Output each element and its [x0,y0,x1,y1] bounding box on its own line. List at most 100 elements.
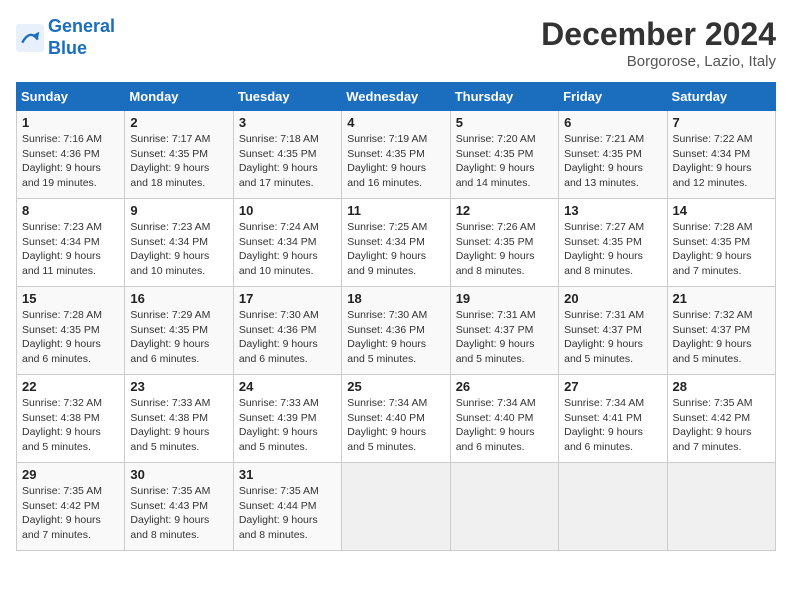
day-info: Sunrise: 7:35 AMSunset: 4:43 PMDaylight:… [130,484,227,543]
calendar-day-cell: 20Sunrise: 7:31 AMSunset: 4:37 PMDayligh… [559,287,667,375]
day-number: 8 [22,203,119,218]
day-number: 14 [673,203,770,218]
day-info: Sunrise: 7:32 AMSunset: 4:38 PMDaylight:… [22,396,119,455]
day-number: 12 [456,203,553,218]
day-number: 10 [239,203,336,218]
day-number: 5 [456,115,553,130]
day-number: 27 [564,379,661,394]
day-info: Sunrise: 7:29 AMSunset: 4:35 PMDaylight:… [130,308,227,367]
calendar-day-cell: 16Sunrise: 7:29 AMSunset: 4:35 PMDayligh… [125,287,233,375]
calendar-day-cell: 2 Sunrise: 7:17 AMSunset: 4:35 PMDaylight… [125,111,233,199]
calendar-day-cell: 23 Sunrise: 7:33 AMSunset: 4:38 PMDayligh… [125,375,233,463]
day-number: 4 [347,115,444,130]
calendar-day-cell: 29 Sunrise: 7:35 AMSunset: 4:42 PMDayligh… [17,463,125,551]
day-of-week-header: Thursday [450,83,558,111]
calendar-day-cell: 28 Sunrise: 7:35 AMSunset: 4:42 PMDayligh… [667,375,775,463]
day-info: Sunrise: 7:16 AMSunset: 4:36 PMDaylight:… [22,132,119,191]
calendar-day-cell: 7Sunrise: 7:22 AMSunset: 4:34 PMDaylight… [667,111,775,199]
calendar-day-cell: 25 Sunrise: 7:34 AMSunset: 4:40 PMDayligh… [342,375,450,463]
day-number: 22 [22,379,119,394]
title-block: December 2024 Borgorose, Lazio, Italy [541,16,776,70]
calendar-day-cell: 18 Sunrise: 7:30 AMSunset: 4:36 PMDayligh… [342,287,450,375]
day-info: Sunrise: 7:27 AMSunset: 4:35 PMDaylight:… [564,220,661,279]
day-info: Sunrise: 7:17 AMSunset: 4:35 PMDaylight:… [130,132,227,191]
day-number: 20 [564,291,661,306]
day-info: Sunrise: 7:30 AMSunset: 4:36 PMDaylight:… [347,308,444,367]
calendar-day-cell: 30Sunrise: 7:35 AMSunset: 4:43 PMDayligh… [125,463,233,551]
logo-icon [16,24,44,52]
calendar-day-cell: 12Sunrise: 7:26 AMSunset: 4:35 PMDayligh… [450,199,558,287]
calendar-day-cell: 31 Sunrise: 7:35 AMSunset: 4:44 PMDayligh… [233,463,341,551]
day-info: Sunrise: 7:33 AMSunset: 4:38 PMDaylight:… [130,396,227,455]
day-info: Sunrise: 7:22 AMSunset: 4:34 PMDaylight:… [673,132,770,191]
day-number: 3 [239,115,336,130]
day-info: Sunrise: 7:18 AMSunset: 4:35 PMDaylight:… [239,132,336,191]
calendar-day-cell: 19Sunrise: 7:31 AMSunset: 4:37 PMDayligh… [450,287,558,375]
calendar-day-cell: 26Sunrise: 7:34 AMSunset: 4:40 PMDayligh… [450,375,558,463]
day-number: 24 [239,379,336,394]
day-info: Sunrise: 7:31 AMSunset: 4:37 PMDaylight:… [456,308,553,367]
day-number: 31 [239,467,336,482]
day-number: 23 [130,379,227,394]
day-info: Sunrise: 7:33 AMSunset: 4:39 PMDaylight:… [239,396,336,455]
day-info: Sunrise: 7:21 AMSunset: 4:35 PMDaylight:… [564,132,661,191]
day-info: Sunrise: 7:28 AMSunset: 4:35 PMDaylight:… [22,308,119,367]
calendar-week-row: 15 Sunrise: 7:28 AMSunset: 4:35 PMDayligh… [17,287,776,375]
day-info: Sunrise: 7:19 AMSunset: 4:35 PMDaylight:… [347,132,444,191]
day-of-week-header: Saturday [667,83,775,111]
day-info: Sunrise: 7:30 AMSunset: 4:36 PMDaylight:… [239,308,336,367]
day-of-week-header: Monday [125,83,233,111]
calendar-week-row: 29 Sunrise: 7:35 AMSunset: 4:42 PMDayligh… [17,463,776,551]
calendar-day-cell: 1 Sunrise: 7:16 AMSunset: 4:36 PMDaylight… [17,111,125,199]
day-info: Sunrise: 7:28 AMSunset: 4:35 PMDaylight:… [673,220,770,279]
calendar-week-row: 22 Sunrise: 7:32 AMSunset: 4:38 PMDayligh… [17,375,776,463]
calendar-day-cell: 11Sunrise: 7:25 AMSunset: 4:34 PMDayligh… [342,199,450,287]
day-info: Sunrise: 7:35 AMSunset: 4:44 PMDaylight:… [239,484,336,543]
calendar-week-row: 8 Sunrise: 7:23 AMSunset: 4:34 PMDaylight… [17,199,776,287]
calendar-day-cell: 27 Sunrise: 7:34 AMSunset: 4:41 PMDayligh… [559,375,667,463]
day-info: Sunrise: 7:24 AMSunset: 4:34 PMDaylight:… [239,220,336,279]
day-info: Sunrise: 7:35 AMSunset: 4:42 PMDaylight:… [22,484,119,543]
calendar-day-cell: 5Sunrise: 7:20 AMSunset: 4:35 PMDaylight… [450,111,558,199]
day-info: Sunrise: 7:32 AMSunset: 4:37 PMDaylight:… [673,308,770,367]
day-number: 1 [22,115,119,130]
day-info: Sunrise: 7:35 AMSunset: 4:42 PMDaylight:… [673,396,770,455]
day-number: 2 [130,115,227,130]
day-number: 29 [22,467,119,482]
day-number: 9 [130,203,227,218]
calendar-day-cell: 21 Sunrise: 7:32 AMSunset: 4:37 PMDayligh… [667,287,775,375]
day-number: 21 [673,291,770,306]
day-of-week-header: Wednesday [342,83,450,111]
calendar-day-cell [667,463,775,551]
calendar-day-cell: 8 Sunrise: 7:23 AMSunset: 4:34 PMDaylight… [17,199,125,287]
day-number: 11 [347,203,444,218]
day-info: Sunrise: 7:23 AMSunset: 4:34 PMDaylight:… [22,220,119,279]
calendar-day-cell: 13 Sunrise: 7:27 AMSunset: 4:35 PMDayligh… [559,199,667,287]
day-number: 28 [673,379,770,394]
logo-text: General Blue [48,16,115,59]
calendar-day-cell [342,463,450,551]
day-info: Sunrise: 7:34 AMSunset: 4:40 PMDaylight:… [456,396,553,455]
day-info: Sunrise: 7:23 AMSunset: 4:34 PMDaylight:… [130,220,227,279]
day-number: 18 [347,291,444,306]
calendar-body: 1 Sunrise: 7:16 AMSunset: 4:36 PMDaylight… [17,111,776,551]
calendar-day-cell: 17Sunrise: 7:30 AMSunset: 4:36 PMDayligh… [233,287,341,375]
calendar-day-cell: 24 Sunrise: 7:33 AMSunset: 4:39 PMDayligh… [233,375,341,463]
day-number: 15 [22,291,119,306]
logo-line2: Blue [48,38,87,58]
calendar-day-cell [450,463,558,551]
calendar-day-cell: 15 Sunrise: 7:28 AMSunset: 4:35 PMDayligh… [17,287,125,375]
calendar-day-cell: 9 Sunrise: 7:23 AMSunset: 4:34 PMDaylight… [125,199,233,287]
calendar-day-cell [559,463,667,551]
calendar-day-cell: 3 Sunrise: 7:18 AMSunset: 4:35 PMDaylight… [233,111,341,199]
calendar-week-row: 1 Sunrise: 7:16 AMSunset: 4:36 PMDaylight… [17,111,776,199]
calendar-day-cell: 14 Sunrise: 7:28 AMSunset: 4:35 PMDayligh… [667,199,775,287]
day-info: Sunrise: 7:34 AMSunset: 4:41 PMDaylight:… [564,396,661,455]
day-number: 13 [564,203,661,218]
location: Borgorose, Lazio, Italy [541,53,776,70]
calendar-day-cell: 4 Sunrise: 7:19 AMSunset: 4:35 PMDaylight… [342,111,450,199]
day-info: Sunrise: 7:34 AMSunset: 4:40 PMDaylight:… [347,396,444,455]
calendar-day-cell: 10 Sunrise: 7:24 AMSunset: 4:34 PMDayligh… [233,199,341,287]
day-number: 25 [347,379,444,394]
calendar-table: SundayMondayTuesdayWednesdayThursdayFrid… [16,82,776,551]
